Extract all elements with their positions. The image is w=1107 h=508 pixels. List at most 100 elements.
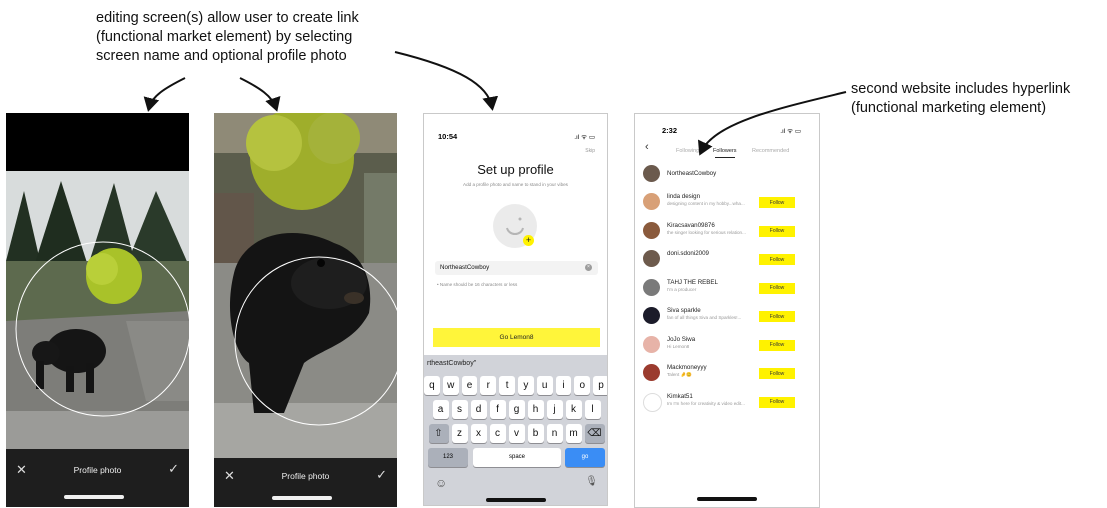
back-icon[interactable]: ‹ <box>645 141 649 153</box>
key-j[interactable]: j <box>546 400 563 419</box>
key-l[interactable]: l <box>584 400 601 419</box>
follower-name[interactable]: doni.sdoni2009 <box>667 250 709 257</box>
tab-following[interactable]: Following <box>676 148 699 154</box>
clear-icon[interactable]: × <box>585 264 592 271</box>
follower-name[interactable]: JoJo Siwa <box>667 336 695 343</box>
status-time: 2:32 <box>662 126 678 135</box>
key-q[interactable]: q <box>424 376 440 395</box>
follower-row[interactable]: Mackmoneyyy Talent 🤌😊 Follow <box>635 360 819 388</box>
name-hint: • Name should be 16 characters or less <box>437 282 518 287</box>
follow-button[interactable]: Follow <box>759 396 795 408</box>
key-s[interactable]: s <box>451 400 468 419</box>
keyboard-suggestion[interactable]: rtheastCowboy" <box>427 360 476 367</box>
follower-bio: Hi Lemon8 <box>667 343 690 349</box>
follower-row[interactable]: linda design designing content in my hobb… <box>635 189 819 217</box>
follow-button[interactable]: Follow <box>759 311 795 322</box>
avatar-placeholder[interactable]: + <box>493 204 537 248</box>
skip-link[interactable]: Skip <box>585 148 595 154</box>
follower-name[interactable]: Kiracsavan09876 <box>667 222 715 229</box>
follow-button[interactable]: Follow <box>759 197 795 208</box>
shift-key[interactable]: ⇧ <box>428 424 449 443</box>
key-k[interactable]: k <box>565 400 582 419</box>
profile-photo-label: Profile photo <box>281 471 330 481</box>
top-user-name[interactable]: NortheastCowboy <box>667 170 716 177</box>
key-n[interactable]: n <box>546 424 563 443</box>
key-v[interactable]: v <box>508 424 525 443</box>
avatar[interactable] <box>643 193 660 210</box>
status-time: 10:54 <box>438 132 458 141</box>
follower-row[interactable]: doni.sdoni2009 Follow <box>635 246 819 274</box>
follow-button[interactable]: Follow <box>759 282 795 294</box>
follower-row[interactable]: Kiracsavan09876 the singer looking for se… <box>635 218 819 246</box>
arrow-to-screen-3 <box>394 51 499 111</box>
follower-bio: Talent 🤌😊 <box>667 372 692 377</box>
key-t[interactable]: t <box>499 376 515 395</box>
key-y[interactable]: y <box>518 376 534 395</box>
key-i[interactable]: i <box>555 376 572 395</box>
follower-name[interactable]: Mackmoneyyy <box>667 364 707 371</box>
emoji-icon[interactable]: ☺ <box>435 476 447 490</box>
key-a[interactable]: a <box>432 400 449 419</box>
setup-profile-screen: 10:54 .ıl ᯤ ▭ Skip Set up profile Add a … <box>423 113 608 506</box>
avatar[interactable] <box>643 307 660 324</box>
key-u[interactable]: u <box>536 376 553 395</box>
bear-photo-1 <box>6 171 189 471</box>
page-subtitle: Add a profile photo and name to stand in… <box>463 182 568 187</box>
avatar[interactable] <box>643 278 660 296</box>
go-lemon8-button[interactable]: Go Lemon8 <box>433 328 600 347</box>
tab-recommended[interactable]: Recommended <box>752 148 789 154</box>
keyboard: rtheastCowboy" q w e r t y u i o p a s d… <box>424 355 607 505</box>
follower-row[interactable]: TAHJ THE REBEL I'm a producer Follow <box>635 275 819 303</box>
key-e[interactable]: e <box>461 376 478 395</box>
follower-bio: the singer looking for serious relation.… <box>667 229 746 235</box>
follow-button[interactable]: Follow <box>759 254 795 265</box>
avatar[interactable] <box>643 221 660 239</box>
numbers-key[interactable]: 123 <box>428 448 468 467</box>
follower-name[interactable]: Siva sparkle <box>667 307 701 314</box>
key-p[interactable]: p <box>593 376 607 395</box>
follower-bio: I'm a producer <box>667 286 697 292</box>
active-tab-underline <box>715 157 735 158</box>
followers-screen: 2:32 .ıl ᯤ ▭ ‹ Following Followers Recom… <box>634 113 820 508</box>
key-b[interactable]: b <box>527 424 544 443</box>
follow-button[interactable]: Follow <box>759 225 795 237</box>
avatar <box>643 165 660 182</box>
key-m[interactable]: m <box>565 424 582 443</box>
follower-row[interactable]: JoJo Siwa Hi Lemon8 Follow <box>635 332 819 360</box>
tab-followers[interactable]: Followers <box>713 148 737 154</box>
key-r[interactable]: r <box>480 376 497 395</box>
confirm-check-icon[interactable]: ✓ <box>168 461 179 477</box>
follower-name[interactable]: TAHJ THE REBEL <box>667 279 718 286</box>
confirm-check-icon[interactable]: ✓ <box>376 467 387 483</box>
avatar[interactable] <box>643 392 662 412</box>
key-o[interactable]: o <box>574 376 591 395</box>
space-key[interactable]: space <box>473 448 561 467</box>
follower-name[interactable]: Kimkat51 <box>667 393 693 400</box>
go-key[interactable]: go <box>565 448 605 467</box>
delete-key[interactable]: ⌫ <box>584 424 605 443</box>
key-w[interactable]: w <box>442 376 459 395</box>
avatar[interactable] <box>643 335 660 353</box>
key-z[interactable]: z <box>451 424 468 443</box>
bear-photo-2 <box>214 113 397 458</box>
key-d[interactable]: d <box>470 400 487 419</box>
top-user-row[interactable]: NortheastCowboy <box>635 163 819 185</box>
follow-button[interactable]: Follow <box>759 368 795 379</box>
follower-row[interactable]: Siva sparkle fan of all things Siva and S… <box>635 303 819 331</box>
follower-row[interactable]: Kimkat51 Im I'm here for creativity & vid… <box>635 389 819 417</box>
annotation-right-line-1: second website includes hyperlink <box>851 81 1071 97</box>
name-input[interactable]: NortheastCowboy × <box>435 261 598 275</box>
key-x[interactable]: x <box>470 424 487 443</box>
home-indicator <box>697 497 757 501</box>
key-h[interactable]: h <box>527 400 544 419</box>
key-f[interactable]: f <box>489 400 506 419</box>
key-c[interactable]: c <box>489 424 506 443</box>
status-icons: .ıl ᯤ ▭ <box>574 134 595 141</box>
follow-button[interactable]: Follow <box>759 339 795 351</box>
avatar[interactable] <box>643 250 660 267</box>
avatar[interactable] <box>643 364 660 381</box>
add-photo-icon[interactable]: + <box>523 235 534 246</box>
microphone-icon[interactable]: 🎙 <box>585 476 598 487</box>
follower-name[interactable]: linda design <box>667 193 700 200</box>
key-g[interactable]: g <box>508 400 525 419</box>
